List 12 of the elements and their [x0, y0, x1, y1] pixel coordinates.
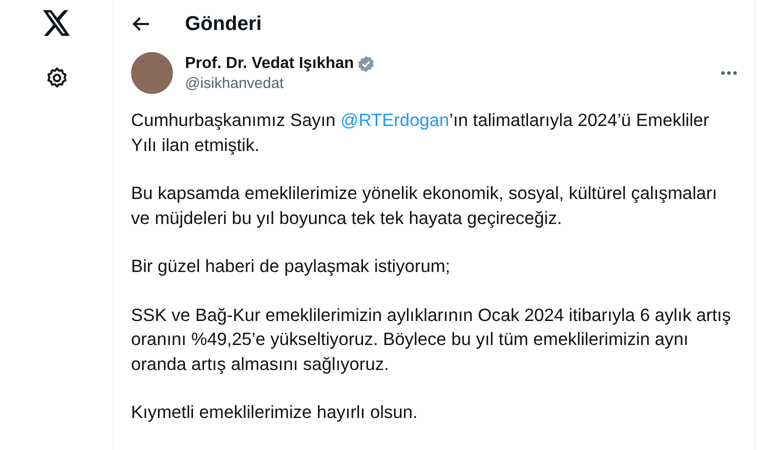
more-options-icon[interactable] [720, 70, 738, 76]
post-paragraph: Bu kapsamda emeklilerimize yönelik ekonomik, sosyal, kültürel çalışmaları ve müjdeleri bu yıl boyunca tek tek hayata geçireceğiz. [131, 182, 718, 230]
author-handle[interactable]: @isikhanvedat [185, 74, 708, 92]
post-paragraph: Cumhurbaşkanımız Sayın @RTErdogan’ın talimatlarıyla 2024’ü Emekliler Yılı ilan etmiştik. [131, 109, 710, 157]
post-paragraph: Bir güzel haberi de paylaşmak istiyorum; [131, 255, 452, 278]
avatar-photo-placeholder[interactable] [131, 52, 173, 94]
settings-icon[interactable] [44, 66, 68, 90]
post-paragraph: Kıymetli emeklilerimize hayırlı olsun. [131, 401, 419, 424]
author-name[interactable]: Prof. Dr. Vedat Işıkhan [185, 54, 354, 72]
post-paragraph: SSK ve Bağ-Kur emeklilerimizin aylıklarının Ocak 2024 itibarıyla 6 aylık artış oranını %49,25’e yükseltiyoruz. Böylece bu yıl tüm emeklilerimizin aynı oranda artış almasını sağlıyoruz. [131, 304, 732, 376]
x-logo-icon[interactable] [42, 10, 70, 36]
page-title: Gönderi [185, 12, 262, 36]
